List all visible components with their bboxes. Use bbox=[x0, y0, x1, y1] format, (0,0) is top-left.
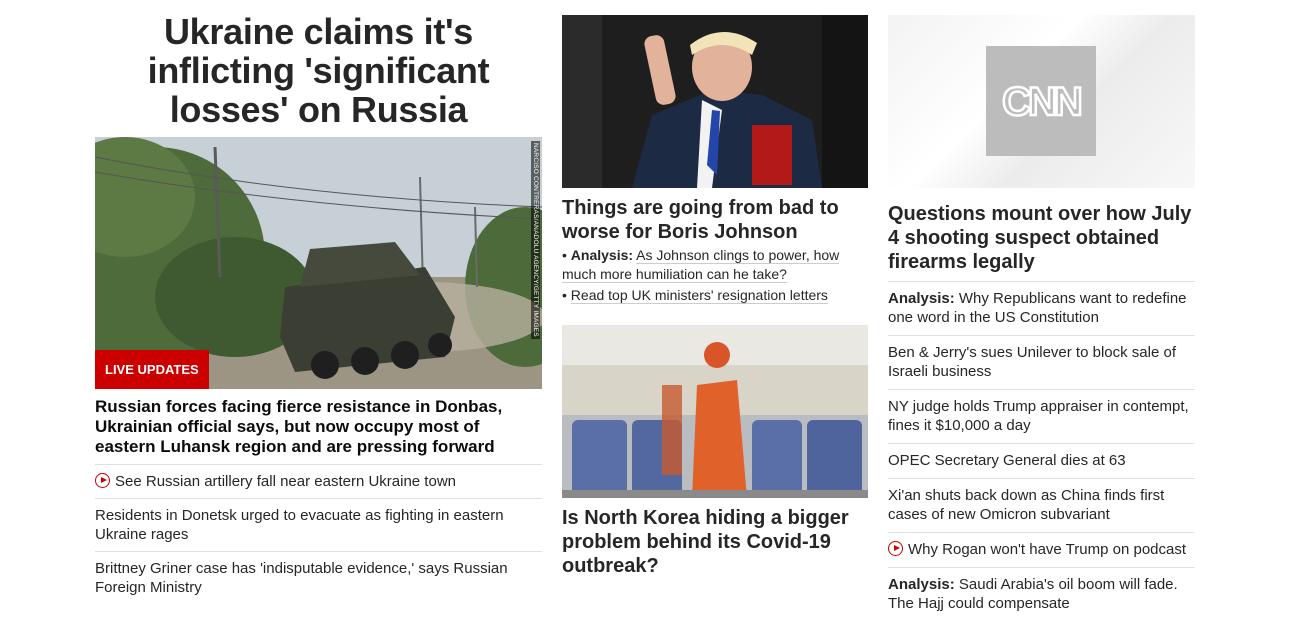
list-item[interactable]: Why Rogan won't have Trump on podcast bbox=[888, 533, 1195, 568]
bullet-item[interactable]: • Analysis: As Johnson clings to power, … bbox=[562, 246, 868, 284]
list-item[interactable]: Analysis: Why Republicans want to redefi… bbox=[888, 282, 1195, 336]
list-item[interactable]: Xi'an shuts back down as China finds fir… bbox=[888, 479, 1195, 533]
list-item[interactable]: OPEC Secretary General dies at 63 bbox=[888, 444, 1195, 479]
list-item[interactable]: Ben & Jerry's sues Unilever to block sal… bbox=[888, 336, 1195, 390]
middle-stories: Things are going from bad to worse for B… bbox=[562, 15, 868, 578]
lead-story: Ukraine claims it's inflicting 'signific… bbox=[95, 12, 542, 604]
list-item[interactable]: See Russian artillery fall near eastern … bbox=[95, 465, 542, 499]
play-icon bbox=[95, 473, 110, 488]
boris-johnson-photo bbox=[562, 15, 868, 188]
cnn-logo: CNN bbox=[986, 46, 1096, 156]
live-updates-badge[interactable]: LIVE UPDATES bbox=[95, 350, 209, 389]
list-item[interactable]: Analysis: Saudi Arabia's oil boom will f… bbox=[888, 568, 1195, 621]
north-korea-image[interactable] bbox=[562, 325, 868, 498]
cnn-logo-icon: CNN bbox=[1001, 79, 1085, 123]
story-headline[interactable]: Questions mount over how July 4 shooting… bbox=[888, 202, 1195, 282]
story-headline[interactable]: Is North Korea hiding a bigger problem b… bbox=[562, 506, 868, 578]
svg-text:CNN: CNN bbox=[1002, 80, 1081, 123]
bullet-item[interactable]: • Read top UK ministers' resignation let… bbox=[562, 286, 868, 305]
bus-disinfection-photo bbox=[562, 325, 868, 498]
lead-image[interactable]: NARCISO CONTRERAS/ANADOLU AGENCY/GETTY I… bbox=[95, 137, 542, 389]
right-links: Analysis: Why Republicans want to redefi… bbox=[888, 282, 1195, 621]
lead-links: See Russian artillery fall near eastern … bbox=[95, 465, 542, 604]
play-icon bbox=[888, 541, 903, 556]
photo-credit: NARCISO CONTRERAS/ANADOLU AGENCY/GETTY I… bbox=[531, 141, 540, 339]
boris-johnson-image[interactable] bbox=[562, 15, 868, 188]
lead-title[interactable]: Ukraine claims it's inflicting 'signific… bbox=[95, 12, 542, 129]
list-item[interactable]: NY judge holds Trump appraiser in contem… bbox=[888, 390, 1195, 444]
list-item[interactable]: Residents in Donetsk urged to evacuate a… bbox=[95, 499, 542, 552]
list-item[interactable]: Brittney Griner case has 'indisputable e… bbox=[95, 552, 542, 604]
cnn-placeholder-image[interactable]: CNN bbox=[888, 15, 1195, 188]
story-headline[interactable]: Things are going from bad to worse for B… bbox=[562, 196, 868, 244]
lead-headline[interactable]: Russian forces facing fierce resistance … bbox=[95, 397, 542, 465]
right-stories: CNN Questions mount over how July 4 shoo… bbox=[888, 15, 1195, 621]
